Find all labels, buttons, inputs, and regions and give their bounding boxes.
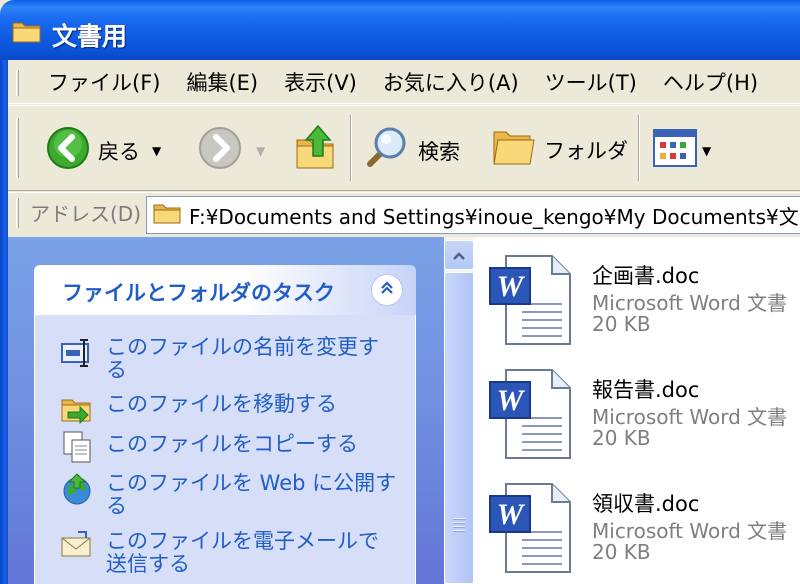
- task-move-line1: このファイルを移動する: [106, 392, 337, 416]
- scroll-up-button[interactable]: [444, 240, 474, 270]
- title-bar[interactable]: 文書用: [0, 0, 800, 60]
- file-size: 20 KB: [592, 540, 651, 564]
- collapse-button[interactable]: [371, 274, 403, 306]
- views-button[interactable]: ▼: [652, 128, 711, 173]
- views-icon: [652, 128, 698, 173]
- address-input[interactable]: F:¥Documents and Settings¥inoue_kengo¥My…: [146, 196, 800, 234]
- move-icon: [60, 392, 94, 428]
- svg-text:W: W: [497, 270, 526, 303]
- folders-button[interactable]: フォルダ: [490, 126, 628, 173]
- search-magnifier-icon: [362, 124, 410, 177]
- toolbar-separator: [638, 115, 640, 181]
- file-size: 20 KB: [592, 312, 651, 336]
- task-web-publish-line1: このファイルを Web に公開す: [106, 471, 397, 495]
- task-move-link[interactable]: このファイルを移動する: [106, 393, 337, 416]
- task-rename-line2: る: [106, 358, 127, 382]
- file-name: 領収書.doc: [592, 492, 700, 516]
- address-grip[interactable]: [16, 198, 19, 228]
- search-button[interactable]: 検索: [362, 124, 460, 177]
- search-label: 検索: [418, 139, 460, 164]
- back-label: 戻る: [98, 139, 140, 164]
- file-item[interactable]: W 領収書.doc Microsoft Word 文書 20 KB: [488, 480, 800, 584]
- window-frame: [0, 60, 8, 584]
- menu-tools[interactable]: ツール(T): [545, 67, 637, 97]
- scroll-thumb[interactable]: [444, 272, 474, 584]
- menubar-grip[interactable]: [16, 70, 19, 96]
- task-email-link[interactable]: このファイルを電子メールで 送信する: [106, 530, 379, 576]
- menu-favorites[interactable]: お気に入り(A): [383, 67, 519, 97]
- task-copy-line1: このファイルをコピーする: [106, 432, 358, 456]
- file-item[interactable]: W 企画書.doc Microsoft Word 文書 20 KB: [488, 252, 800, 352]
- toolbar-grip[interactable]: [16, 118, 19, 178]
- task-email-line2: 送信する: [106, 552, 190, 576]
- rename-icon: [60, 338, 94, 372]
- views-dropdown-icon[interactable]: ▼: [702, 144, 711, 158]
- task-web-publish-link[interactable]: このファイルを Web に公開す る: [106, 472, 396, 518]
- window-title: 文書用: [52, 22, 128, 51]
- menu-help[interactable]: ヘルプ(H): [663, 67, 758, 97]
- scroll-grip: [453, 518, 465, 534]
- folders-icon: [490, 126, 538, 173]
- forward-arrow-icon: [198, 126, 242, 175]
- file-name: 報告書.doc: [592, 378, 700, 402]
- address-label: アドレス(D): [30, 202, 142, 226]
- word-document-icon: W: [488, 480, 584, 580]
- file-name: 企画書.doc: [592, 264, 700, 288]
- back-button[interactable]: 戻る ▼: [46, 126, 161, 175]
- menu-view[interactable]: 表示(V): [284, 67, 357, 97]
- email-icon: [60, 530, 94, 564]
- task-rename-link[interactable]: このファイルの名前を変更す る: [106, 336, 379, 382]
- svg-text:W: W: [497, 384, 526, 417]
- copy-icon: [60, 430, 94, 468]
- toolbar-separator: [350, 115, 352, 181]
- address-value: F:¥Documents and Settings¥inoue_kengo¥My…: [189, 204, 799, 229]
- back-dropdown-icon[interactable]: ▼: [152, 144, 161, 158]
- menu-edit[interactable]: 編集(E): [186, 67, 258, 97]
- chevron-up-icon: [452, 246, 466, 265]
- task-email-line1: このファイルを電子メールで: [106, 529, 379, 553]
- file-item[interactable]: W 報告書.doc Microsoft Word 文書 20 KB: [488, 366, 800, 466]
- up-folder-icon: [294, 122, 338, 177]
- folders-label: フォルダ: [544, 138, 628, 163]
- task-section-title: ファイルとフォルダのタスク: [62, 281, 335, 305]
- word-document-icon: W: [488, 252, 584, 352]
- folder-icon: [12, 18, 42, 48]
- back-arrow-icon: [46, 126, 90, 175]
- menu-file[interactable]: ファイル(F): [48, 67, 160, 97]
- up-folder-button[interactable]: [294, 122, 338, 177]
- menu-bar: ファイル(F) 編集(E) 表示(V) お気に入り(A) ツール(T) ヘルプ(…: [8, 60, 800, 104]
- word-document-icon: W: [488, 366, 584, 466]
- task-copy-link[interactable]: このファイルをコピーする: [106, 433, 358, 456]
- svg-text:W: W: [497, 498, 526, 531]
- forward-button[interactable]: ▼: [198, 126, 265, 175]
- task-web-publish-line2: る: [106, 494, 127, 518]
- file-size: 20 KB: [592, 426, 651, 450]
- chevron-up-icon: [379, 280, 395, 300]
- forward-dropdown-icon: ▼: [256, 143, 266, 158]
- folder-icon: [153, 201, 181, 229]
- task-rename-line1: このファイルの名前を変更す: [106, 335, 379, 359]
- web-publish-icon: [60, 472, 94, 510]
